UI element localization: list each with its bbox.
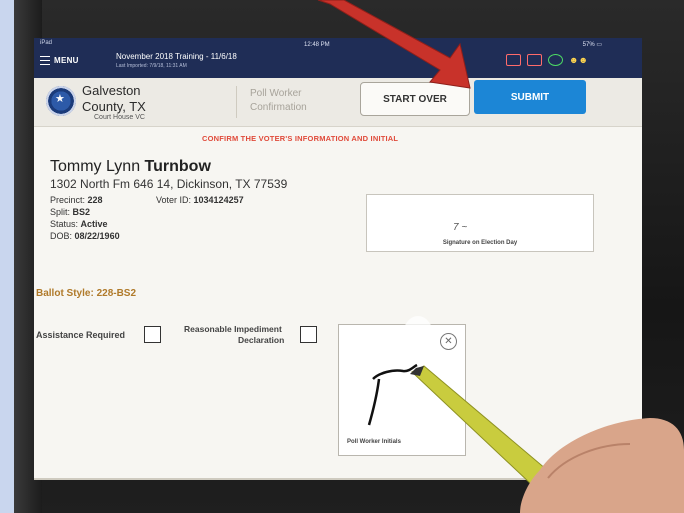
module-title-line2: Confirmation	[250, 102, 307, 113]
election-day-signature-box: 7 ~ Signature on Election Day	[366, 194, 594, 252]
signature-caption: Signature on Election Day	[442, 240, 518, 246]
vote-center-name: Court House VC	[94, 114, 145, 121]
voter-id-row: Voter ID: 1034124257	[156, 195, 244, 205]
assistance-required-checkbox[interactable]	[144, 326, 161, 343]
impediment-label-line1: Reasonable Impediment	[184, 324, 282, 334]
clear-initials-button[interactable]: ✕	[440, 333, 457, 350]
assistance-required-label: Assistance Required	[36, 330, 126, 340]
confirm-instruction: CONFIRM THE VOTER'S INFORMATION AND INIT…	[202, 134, 399, 143]
split-row: Split: BS2	[50, 207, 90, 217]
menu-button[interactable]: MENU	[40, 56, 79, 65]
election-title: November 2018 Training - 11/6/18	[116, 52, 237, 61]
reasonable-impediment-checkbox[interactable]	[300, 326, 317, 343]
voter-id-value: 1034124257	[193, 195, 244, 205]
printer-icon[interactable]	[527, 54, 543, 66]
battery-status: 57% ▭	[582, 42, 602, 48]
precinct-label: Precinct:	[50, 195, 86, 205]
users-icon[interactable]: ☻☻	[569, 55, 588, 65]
submit-button[interactable]: SUBMIT	[474, 80, 586, 114]
status-clock: 12:48 PM	[304, 42, 330, 48]
ipad-screen: iPad 12:48 PM 57% ▭ MENU November 2018 T…	[34, 38, 642, 480]
hamburger-icon	[40, 56, 50, 65]
county-name-line1: Galveston	[82, 83, 141, 98]
page-header: Galveston County, TX Court House VC Poll…	[34, 78, 642, 127]
initials-caption: Poll Worker Initials	[347, 439, 401, 445]
precinct-row: Precinct: 228	[50, 195, 103, 205]
county-name-line2: County, TX	[82, 99, 146, 114]
voter-name: Tommy Lynn Turnbow	[50, 158, 211, 176]
voter-id-label: Voter ID:	[156, 195, 192, 205]
voter-signature-image: 7 ~	[453, 222, 468, 233]
voter-first-middle: Tommy Lynn	[50, 158, 145, 175]
start-over-button[interactable]: START OVER	[360, 82, 470, 116]
screen-bottom-edge	[34, 478, 642, 480]
poll-worker-initials-pad[interactable]: ✕ Poll Worker Initials	[338, 324, 466, 456]
voter-last-name: Turnbow	[144, 158, 211, 175]
status-row: Status: Active	[50, 219, 108, 229]
app-topbar: iPad 12:48 PM 57% ▭ MENU November 2018 T…	[34, 38, 642, 78]
topbar-icons: ☻☻	[506, 54, 588, 66]
precinct-value: 228	[87, 195, 103, 205]
battery-percent: 57%	[582, 42, 595, 48]
dob-label: DOB:	[50, 231, 73, 241]
header-divider	[236, 86, 237, 118]
county-seal-icon	[46, 86, 76, 116]
voter-address: 1302 North Fm 646 14, Dickinson, TX 7753…	[50, 177, 288, 191]
dob-value: 08/22/1960	[74, 231, 120, 241]
module-title-line1: Poll Worker	[250, 88, 302, 99]
ballot-style: Ballot Style: 228-BS2	[36, 288, 137, 299]
dob-row: DOB: 08/22/1960	[50, 231, 120, 241]
device-label: iPad	[40, 40, 53, 46]
cloud-icon[interactable]	[548, 54, 564, 66]
mail-icon[interactable]	[506, 54, 522, 66]
split-value: BS2	[72, 207, 91, 217]
split-label: Split:	[50, 207, 71, 217]
status-label: Status:	[50, 219, 79, 229]
menu-label: MENU	[54, 56, 79, 65]
last-imported: Last Imported: 7/9/18, 11:31 AM	[116, 63, 187, 69]
impediment-label-line2: Declaration	[238, 335, 285, 345]
status-value: Active	[80, 219, 108, 229]
